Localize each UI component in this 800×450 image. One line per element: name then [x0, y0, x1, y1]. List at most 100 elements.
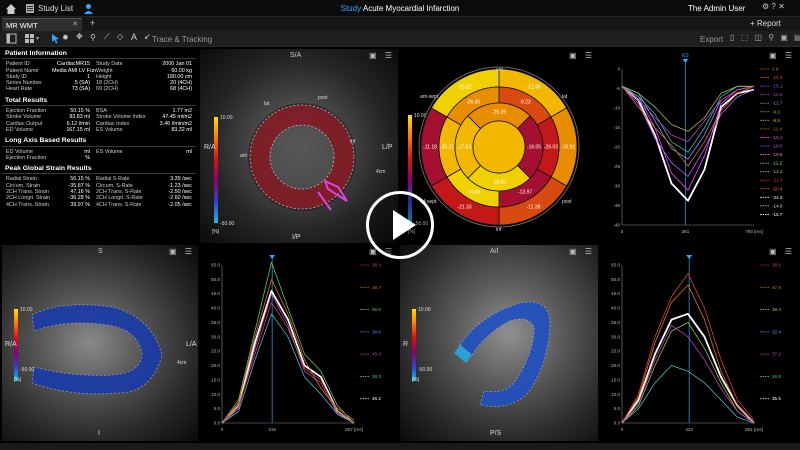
bullseye-value: -26.19	[492, 110, 506, 116]
status-bar	[0, 443, 800, 450]
play-icon	[393, 210, 416, 240]
add-tab-button[interactable]: +	[90, 18, 95, 28]
bullseye-value: -21.33	[457, 204, 471, 210]
legend-item: -16.1	[772, 135, 783, 140]
legend-item: 38.4	[372, 263, 381, 268]
zoom-icon[interactable]: ⚲	[90, 33, 96, 42]
series-line	[221, 261, 355, 424]
tab-close-icon[interactable]: ✕	[72, 20, 78, 28]
series-line	[621, 322, 755, 424]
result-row: Ejection Fraction%	[6, 154, 90, 161]
y-tick-label: 35.0	[211, 320, 220, 325]
circ-strain-curve-panel[interactable]: ▣ ☰ 0 -5 -10 -15 -20 -25 -30 -35 -40 0 381 793 [ms]…	[600, 49, 798, 243]
bullseye-value: -14.09	[466, 190, 480, 196]
pointer-icon[interactable]	[50, 33, 61, 44]
bullseye-value: -26.03	[544, 145, 558, 151]
y-tick-label: -5	[616, 86, 621, 91]
legend-item: -15.1	[772, 84, 783, 89]
time-marker-handle[interactable]	[686, 255, 693, 259]
export-button[interactable]: Export	[700, 35, 723, 44]
legend-item: 35.5	[772, 396, 781, 401]
y-tick-label: 25.0	[611, 349, 620, 354]
four-chamber-myocardium-overlay[interactable]	[400, 245, 598, 441]
y-tick-label: 55.0	[611, 263, 620, 268]
legend-item: -14.0	[772, 203, 783, 208]
legend-item: -11.2	[772, 161, 783, 166]
y-tick-label: 15.0	[611, 377, 620, 382]
y-tick-label: 30.0	[611, 334, 620, 339]
series-line	[621, 324, 755, 424]
two-chamber-strain-chart[interactable]: 55.0 50.0 45.0 40.0 35.0 30.0 25.0 20.0 15.0 10.0…	[200, 245, 398, 441]
legend-item: -11.4	[772, 126, 783, 131]
circumferential-strain-chart[interactable]: 0-5-10-15-20-25-30-35-400 381 793 [ms]ES2.…	[600, 49, 798, 243]
bullseye-value: -20.31	[440, 145, 454, 151]
bullseye-value: -15.82	[457, 85, 471, 91]
y-tick-label: 0	[617, 67, 620, 72]
time-marker-handle[interactable]	[269, 255, 276, 259]
layout-grid-icon[interactable]	[24, 33, 35, 44]
bullseye-segment[interactable]	[472, 120, 526, 174]
two-chamber-viewport[interactable]: S ▣ ☰ 10.00 -50.00 [%] R/A L/A I 4cm	[2, 245, 198, 441]
y-tick-label: 0.0	[214, 421, 221, 426]
y-tick-label: 35.0	[611, 320, 620, 325]
pan-icon[interactable]: ✥	[76, 32, 83, 41]
export-tools-icons[interactable]: ▯ ⬚ ◫ ⚲ ▣ ▤	[730, 33, 800, 42]
x-tick-label: 0	[621, 427, 624, 432]
y-tick-label: 50.0	[611, 277, 620, 282]
bullseye-value: -11.18	[423, 145, 437, 151]
legend-item: -16.6	[772, 152, 783, 157]
legend-item: -16.2	[772, 92, 783, 97]
window-controls[interactable]: ⚙ ? ✕	[762, 2, 785, 11]
tab-mr-wmt[interactable]: MR WMT ✕	[2, 18, 82, 31]
y-tick-label: -40	[613, 223, 620, 228]
trace-tracking-label[interactable]: Trace & Tracking	[152, 35, 212, 44]
y-tick-label: 20.0	[611, 363, 620, 368]
series-line	[221, 290, 355, 424]
panel-toggle-icon[interactable]	[6, 33, 17, 44]
legend-item: -12.7	[772, 101, 783, 106]
marker-label: ES	[682, 53, 689, 59]
layout-dropdown-icon[interactable]: ▾	[36, 35, 39, 42]
legend-item: 32.4	[772, 329, 781, 334]
series-line	[621, 85, 755, 143]
window-title: Study Acute Myocardial Infarction	[0, 4, 800, 13]
bullseye-value: -16.92	[561, 145, 575, 151]
bullseye-value: -12.48	[526, 85, 540, 91]
y-tick-label: 40.0	[211, 306, 220, 311]
y-tick-label: -20	[613, 145, 620, 150]
patient-info-panel: Patient Information Patient ID CardiacMR1…	[2, 49, 196, 243]
window-level-icon[interactable]: ✹	[62, 33, 69, 42]
x-tick-label: 318	[268, 427, 276, 432]
y-tick-label: 30.0	[211, 334, 220, 339]
result-row: 4CH Trans. Strain 39.97 % 4CH Trans. S-Rat…	[6, 201, 192, 208]
y-tick-label: 10.0	[611, 392, 620, 397]
legend-item: 45.4	[372, 352, 381, 357]
report-button[interactable]: + Report	[750, 19, 781, 28]
user-name[interactable]: The Admin User	[688, 4, 745, 13]
result-row: ED Volume 167.15 ml ES Volume 83.32 ml	[6, 126, 192, 133]
four-chamber-strain-chart[interactable]: 55.0 50.0 45.0 40.0 35.0 30.0 25.0 20.0 15.0 10.0…	[600, 245, 798, 441]
x-tick-label: 0	[221, 427, 224, 432]
roi-icon[interactable]: ◇	[117, 32, 123, 41]
play-button[interactable]	[366, 191, 434, 259]
arrow-annotation-icon[interactable]: ↙	[144, 32, 151, 41]
four-chamber-viewport[interactable]: A/I ▣ ☰ 10.00 -50.00 [%] R P/S	[400, 245, 598, 441]
legend-item: 47.8	[772, 285, 781, 290]
x-tick-label: 0	[621, 229, 624, 234]
time-marker-handle[interactable]	[682, 59, 689, 63]
measure-icon[interactable]: ⟋	[104, 32, 110, 42]
two-chamber-myocardium-overlay[interactable]	[2, 245, 198, 441]
text-annotation-icon[interactable]: A	[131, 32, 137, 42]
bullseye-value: -26.30	[466, 99, 480, 105]
bullseye-value: -18.00	[492, 180, 506, 186]
radial-strain-curve-panel[interactable]: ▣ ☰ 55.0 50.0 45.0 40.0 35.0 30.0 25.0 20.0 15.0…	[200, 245, 398, 441]
four-chamber-strain-curve-panel[interactable]: ▣ ☰ 55.0 50.0 45.0 40.0 35.0 30.0 25.0 20.0 15.0…	[600, 245, 798, 441]
toolbar: ▾ ✹ ✥ ⚲ ⟋ ◇ A ↙ Trace & Tracking Export …	[0, 31, 800, 47]
y-tick-label: 45.0	[611, 291, 620, 296]
strain-header: Peak Global Strain Results	[2, 164, 196, 175]
y-tick-label: 5.0	[614, 406, 621, 411]
legend-item: 38.6	[372, 329, 381, 334]
legend-item: -9.9	[772, 118, 780, 123]
y-tick-label: 40.0	[611, 306, 620, 311]
legend-item: 38.4	[772, 307, 781, 312]
